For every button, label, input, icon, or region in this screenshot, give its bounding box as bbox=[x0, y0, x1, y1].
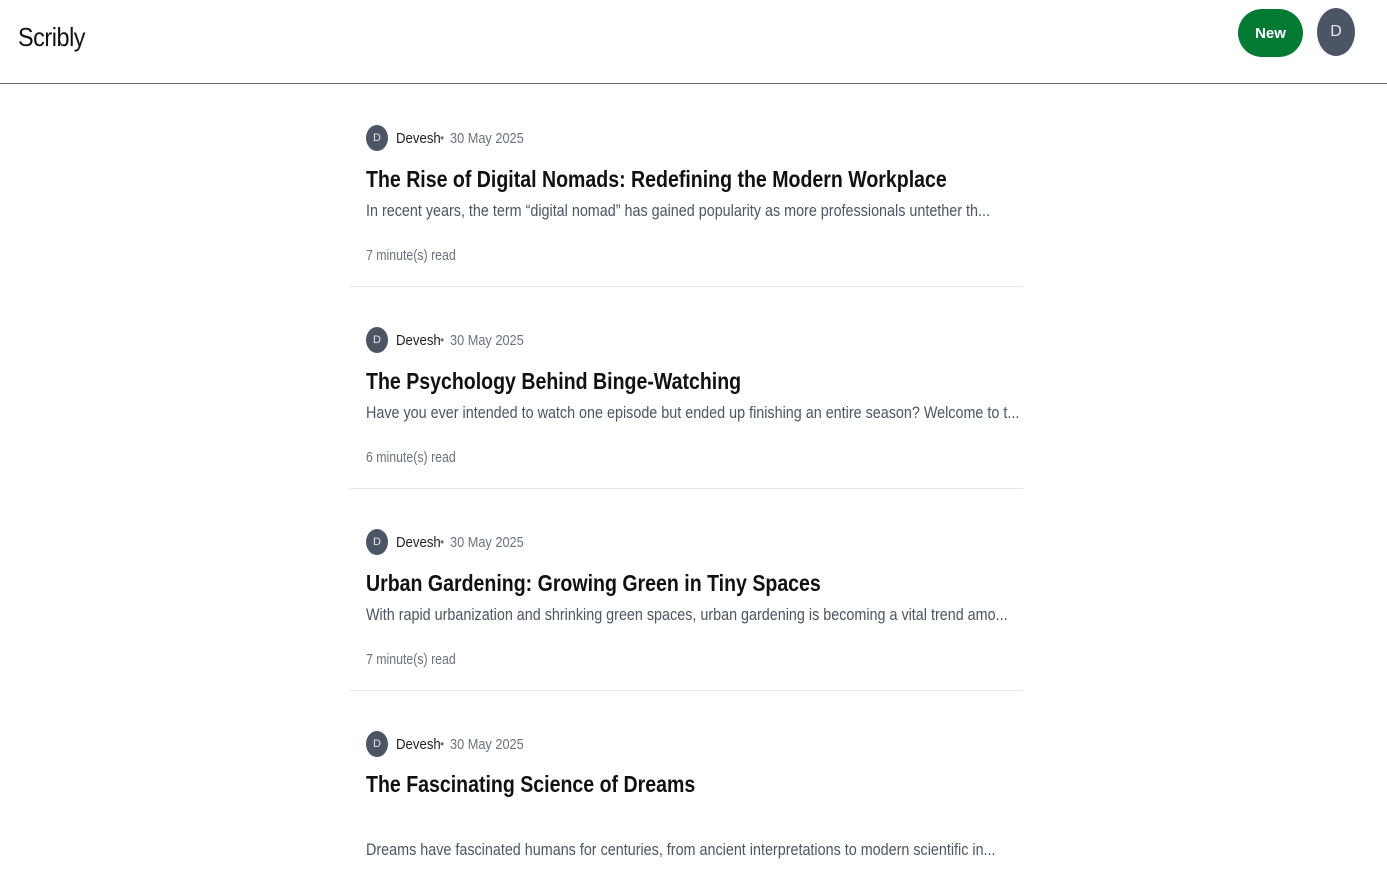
post-meta: D Devesh • 30 May 2025 bbox=[366, 125, 537, 151]
top-navbar: Scribly New D bbox=[0, 0, 1387, 84]
post-read-time: 6 minute(s) read bbox=[366, 450, 456, 466]
post-title[interactable]: The Fascinating Science of Dreams bbox=[366, 771, 695, 798]
post-read-time: 7 minute(s) read bbox=[366, 652, 456, 668]
post-meta: D Devesh • 30 May 2025 bbox=[366, 529, 537, 555]
post-title[interactable]: The Rise of Digital Nomads: Redefining t… bbox=[366, 166, 947, 193]
post-excerpt: Dreams have fascinated humans for centur… bbox=[366, 841, 996, 859]
post-title[interactable]: The Psychology Behind Binge-Watching bbox=[366, 368, 741, 395]
post-date: 30 May 2025 bbox=[450, 129, 524, 147]
post-date: 30 May 2025 bbox=[450, 331, 524, 349]
post-card[interactable]: D Devesh • 30 May 2025 Urban Gardening: … bbox=[350, 489, 1023, 691]
author-avatar: D bbox=[366, 529, 388, 555]
post-date: 30 May 2025 bbox=[450, 533, 524, 551]
post-meta: D Devesh • 30 May 2025 bbox=[366, 731, 537, 757]
brand-logo[interactable]: Scribly bbox=[18, 22, 86, 53]
user-avatar[interactable]: D bbox=[1317, 8, 1355, 56]
new-post-button[interactable]: New bbox=[1238, 9, 1303, 57]
post-feed: D Devesh • 30 May 2025 The Rise of Digit… bbox=[350, 85, 1023, 893]
post-title[interactable]: Urban Gardening: Growing Green in Tiny S… bbox=[366, 570, 821, 597]
author-avatar: D bbox=[366, 125, 388, 151]
post-card[interactable]: D Devesh • 30 May 2025 The Rise of Digit… bbox=[350, 85, 1023, 287]
post-excerpt: With rapid urbanization and shrinking gr… bbox=[366, 606, 1008, 624]
author-name: Devesh bbox=[396, 735, 441, 753]
post-excerpt: In recent years, the term “digital nomad… bbox=[366, 202, 990, 220]
post-meta: D Devesh • 30 May 2025 bbox=[366, 327, 537, 353]
author-avatar: D bbox=[366, 731, 388, 757]
post-read-time: 7 minute(s) read bbox=[366, 248, 456, 264]
author-name: Devesh bbox=[396, 129, 441, 147]
author-avatar: D bbox=[366, 327, 388, 353]
author-name: Devesh bbox=[396, 533, 441, 551]
author-name: Devesh bbox=[396, 331, 441, 349]
post-date: 30 May 2025 bbox=[450, 735, 524, 753]
post-excerpt: Have you ever intended to watch one epis… bbox=[366, 404, 1020, 422]
post-card[interactable]: D Devesh • 30 May 2025 The Psychology Be… bbox=[350, 287, 1023, 489]
